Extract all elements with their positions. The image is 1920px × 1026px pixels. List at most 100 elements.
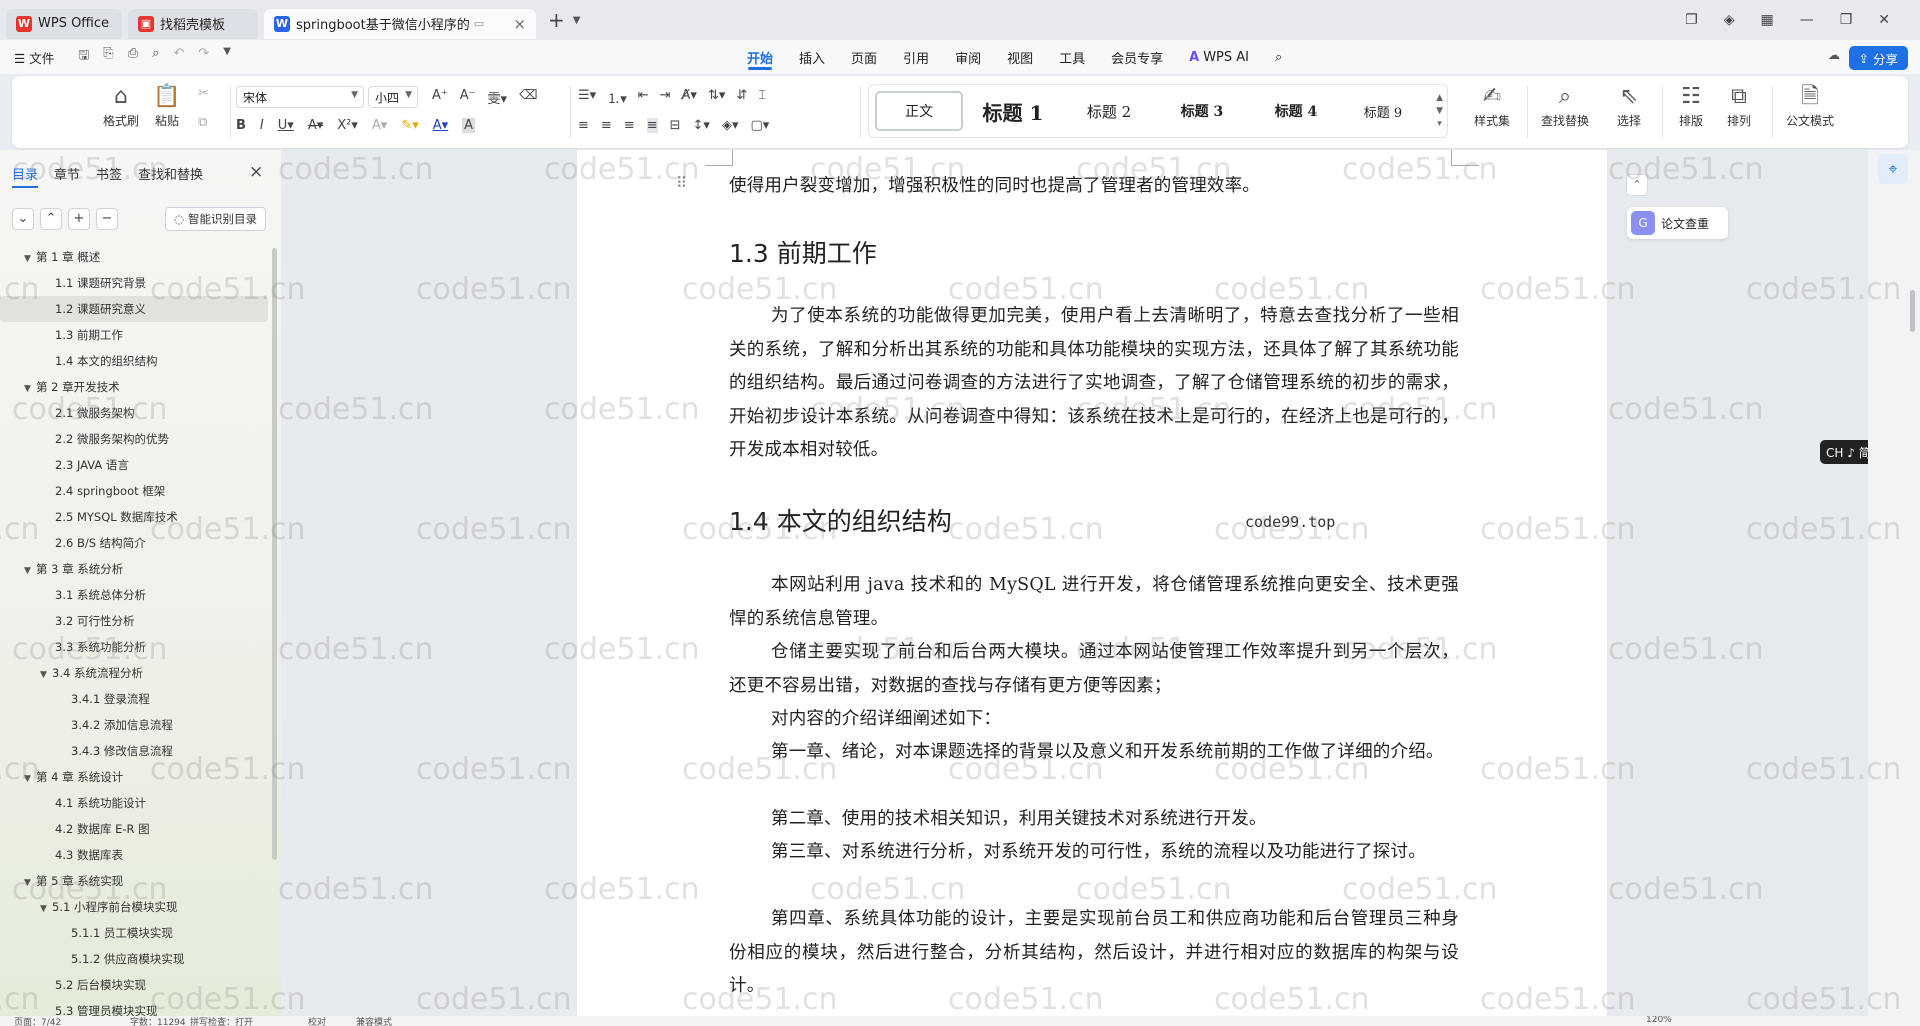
spell-check-status[interactable]: 拼写检查：打开 <box>190 1016 253 1026</box>
char-shading-icon[interactable]: A <box>462 118 476 133</box>
toc-item[interactable]: ▼ 第 3 章 系统分析 <box>0 556 272 582</box>
toc-item[interactable]: 1.2 课题研究意义 <box>0 296 268 322</box>
tab-wps-office[interactable]: W WPS Office <box>6 8 122 39</box>
numbered-list-icon[interactable]: ⒈▾ <box>607 88 627 107</box>
maximize-icon[interactable]: ❒ <box>1840 12 1853 28</box>
toc-item[interactable]: 2.3 JAVA 语言 <box>0 452 272 478</box>
toc-item[interactable]: 2.4 springboot 框架 <box>0 478 272 504</box>
file-menu-button[interactable]: ☰ 文件 <box>14 48 54 67</box>
body-paragraph[interactable]: 仓储主要实现了前台和后台两大模块。通过本网站使管理工作效率提升到另一个层次，还更… <box>729 636 1459 703</box>
highlight-icon[interactable]: ✎▾ <box>401 118 418 133</box>
expand-toggle-icon[interactable]: ▼ <box>24 558 36 584</box>
expand-up-icon[interactable]: ⌃ <box>40 208 62 230</box>
sidebar-tab-find-replace[interactable]: 查找和替换 <box>138 164 203 183</box>
font-shrink-icon[interactable]: A⁻ <box>460 88 476 107</box>
toc-item[interactable]: 5.1.2 供应商模块实现 <box>0 946 272 972</box>
paste-button[interactable]: 📋 粘贴 <box>145 82 189 129</box>
close-icon[interactable]: × <box>249 162 263 182</box>
expand-toggle-icon[interactable]: ▼ <box>24 376 36 402</box>
strikethrough-icon[interactable]: A▾ <box>308 118 323 133</box>
vertical-scrollbar[interactable] <box>1910 290 1915 332</box>
cloud-icon[interactable]: ☁ <box>1828 48 1840 62</box>
style-heading-1[interactable]: 标题 1 <box>963 91 1063 131</box>
redo-icon[interactable]: ↷ <box>198 46 209 68</box>
superscript-icon[interactable]: X²▾ <box>337 118 358 133</box>
toc-item[interactable]: 1.4 本文的组织结构 <box>0 348 272 374</box>
tab-page[interactable]: 页面 <box>838 40 890 74</box>
toc-item[interactable]: ▼ 第 1 章 概述 <box>0 244 272 270</box>
close-window-icon[interactable]: ✕ <box>1878 12 1890 28</box>
bold-icon[interactable]: B <box>236 118 246 133</box>
toc-item[interactable]: 3.4.2 添加信息流程 <box>0 712 272 738</box>
body-paragraph[interactable]: 本网站利用 java 技术和的 MySQL 进行开发，将仓储管理系统推向更安全、… <box>729 569 1459 636</box>
tab-view[interactable]: 视图 <box>994 40 1046 74</box>
expand-toggle-icon[interactable]: ▼ <box>40 896 52 922</box>
clear-format-icon[interactable]: ⌫ <box>519 88 537 107</box>
sidebar-scrollbar[interactable] <box>272 248 277 860</box>
toc-item[interactable]: 5.1.1 员工模块实现 <box>0 920 272 946</box>
collapse-all-icon[interactable]: ⌄ <box>12 208 34 230</box>
print-preview-icon[interactable]: ⌕ <box>152 46 159 68</box>
toc-item[interactable]: 3.4.3 修改信息流程 <box>0 738 272 764</box>
proofread-button[interactable]: 校对 <box>308 1016 326 1026</box>
toc-item[interactable]: 3.3 系统功能分析 <box>0 634 272 660</box>
undo-icon[interactable]: ↶ <box>173 46 184 68</box>
format-painter-button[interactable]: ⌂ 格式刷 <box>99 82 143 129</box>
sidebar-tab-toc[interactable]: 目录 <box>12 164 39 188</box>
style-heading-3[interactable]: 标题 3 <box>1155 91 1249 131</box>
styles-scroll-icon[interactable]: ▲ ▼ ▾ <box>1436 92 1443 131</box>
text-direction-icon[interactable]: A̸▾ <box>682 88 697 107</box>
heading-1-4[interactable]: 1.4 本文的组织结构 <box>729 502 952 538</box>
toc-item[interactable]: 2.2 微服务架构的优势 <box>0 426 272 452</box>
sidebar-tab-chapters[interactable]: 章节 <box>54 164 80 183</box>
cube-icon[interactable]: ◈ <box>1724 12 1735 28</box>
border-icon[interactable]: ▢▾ <box>750 118 769 133</box>
italic-icon[interactable]: I <box>260 118 264 133</box>
toc-item[interactable]: 3.1 系统总体分析 <box>0 582 272 608</box>
style-normal[interactable]: 正文 <box>875 91 963 131</box>
body-paragraph[interactable]: 为了使本系统的功能做得更加完美，使用户看上去清晰明了，特意去查找分析了一些相关的… <box>729 300 1459 468</box>
export-icon[interactable]: ⎘ <box>103 46 113 68</box>
underline-icon[interactable]: U▾ <box>278 118 294 133</box>
font-name-select[interactable]: 宋体 ▼ <box>236 86 364 108</box>
tab-home[interactable]: 开始 <box>734 40 786 74</box>
toc-item[interactable]: 5.2 后台模块实现 <box>0 972 272 998</box>
minimize-icon[interactable]: — <box>1800 12 1814 28</box>
distributed-icon[interactable]: ⊟ <box>670 118 681 133</box>
new-tab-button[interactable]: + <box>548 8 565 32</box>
font-size-select[interactable]: 小四 ▼ <box>368 86 418 108</box>
text-effect-icon[interactable]: A▾ <box>372 118 387 133</box>
align-right-icon[interactable]: ≡ <box>624 118 635 133</box>
smart-toc-button[interactable]: ◌ 智能识别目录 <box>165 207 267 231</box>
toc-item[interactable]: 4.2 数据库 E-R 图 <box>0 816 272 842</box>
copy-icon[interactable]: ⧉ <box>198 115 209 130</box>
layout-button[interactable]: ☷ 排版 <box>1666 82 1716 129</box>
style-heading-4[interactable]: 标题 4 <box>1249 91 1343 131</box>
body-paragraph[interactable]: 第三章、对系统进行分析，对系统开发的可行性，系统的流程以及功能进行了探讨。 <box>729 836 1459 870</box>
toc-item[interactable]: ▼ 第 4 章 系统设计 <box>0 764 272 790</box>
add-heading-icon[interactable]: + <box>68 208 90 230</box>
bullet-list-icon[interactable]: ☰▾ <box>578 88 596 107</box>
location-pin-icon[interactable]: ⌖ <box>1878 154 1908 184</box>
select-button[interactable]: ⇖ 选择 <box>1604 82 1654 129</box>
collapse-panel-icon[interactable]: ⌃ <box>1626 174 1648 196</box>
chevron-down-icon[interactable]: ▼ <box>223 46 231 68</box>
toc-item[interactable]: 2.6 B/S 结构简介 <box>0 530 272 556</box>
tab-docer-templates[interactable]: ▣ 找稻壳模板 <box>128 8 258 39</box>
body-paragraph[interactable]: 对内容的介绍详细阐述如下： <box>729 703 1459 737</box>
tab-references[interactable]: 引用 <box>890 40 942 74</box>
toc-item[interactable]: 2.5 MYSQL 数据库技术 <box>0 504 272 530</box>
expand-toggle-icon[interactable]: ▼ <box>24 246 36 272</box>
paper-check-button[interactable]: G 论文查重 <box>1627 207 1728 239</box>
phonetic-icon[interactable]: 雯▾ <box>488 88 508 107</box>
zoom-level[interactable]: 120% <box>1646 1016 1672 1025</box>
drag-handle-icon[interactable]: ⠿ <box>676 174 687 192</box>
toc-item[interactable]: 3.2 可行性分析 <box>0 608 272 634</box>
word-count[interactable]: 字数：11294 <box>130 1016 186 1026</box>
toc-item[interactable]: 4.3 数据库表 <box>0 842 272 868</box>
toc-item[interactable]: 1.3 前期工作 <box>0 322 272 348</box>
line-spacing-icon[interactable]: ↕▾ <box>693 118 710 133</box>
body-paragraph[interactable]: 第一章、绪论，对本课题选择的背景以及意义和开发系统前期的工作做了详细的介绍。 <box>729 736 1459 770</box>
toc-item[interactable]: ▼ 第 5 章 系统实现 <box>0 868 272 894</box>
save-icon[interactable]: 🖫 <box>78 46 89 68</box>
